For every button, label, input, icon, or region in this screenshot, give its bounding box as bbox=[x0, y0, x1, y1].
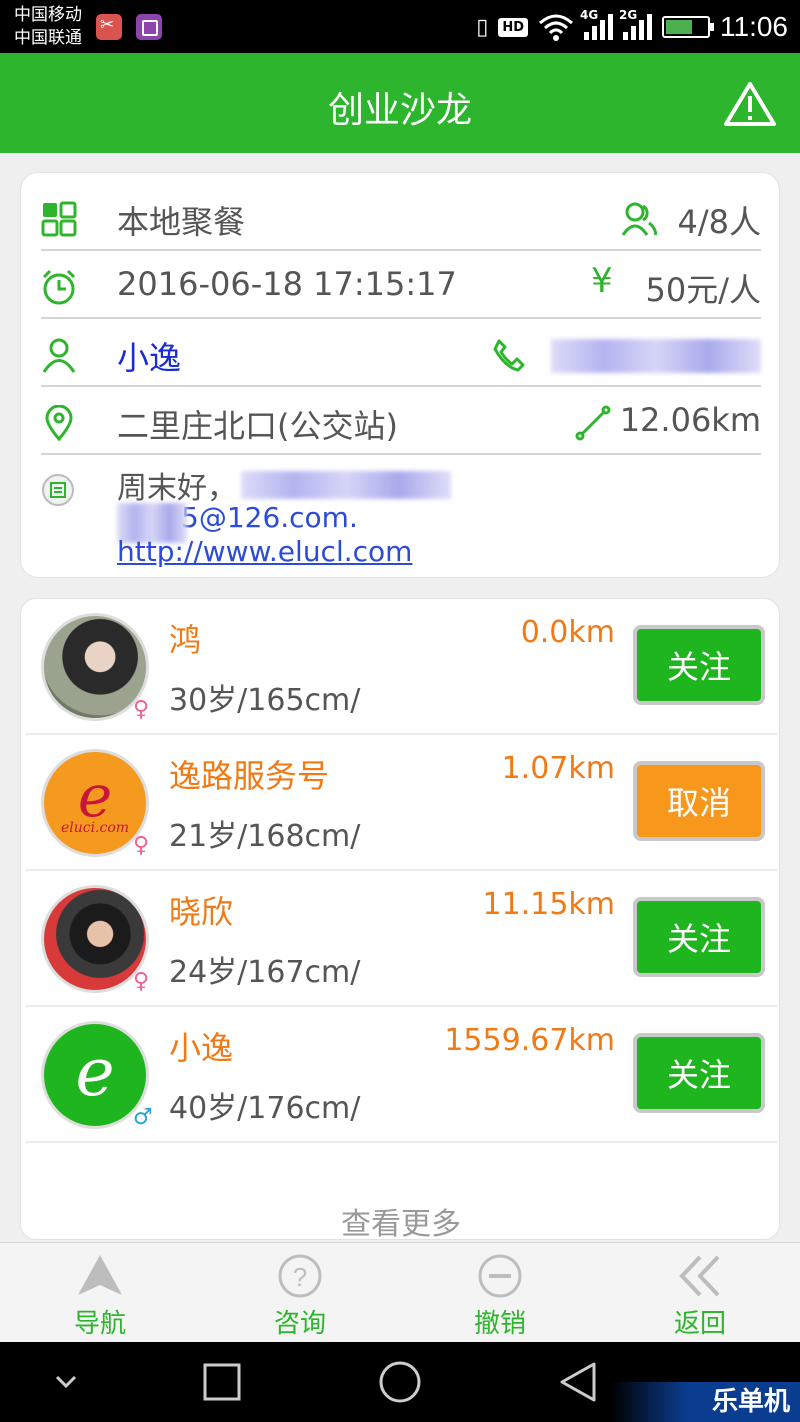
question-icon: ? bbox=[278, 1254, 322, 1298]
category-grid-icon bbox=[41, 201, 77, 237]
title-bar: 创业沙龙 bbox=[0, 53, 800, 153]
vibrate-icon: ▯ bbox=[476, 14, 489, 40]
member-name: 逸路服务号 bbox=[169, 757, 330, 795]
back-icon[interactable] bbox=[558, 1360, 598, 1404]
event-price: 50元/人 bbox=[645, 271, 761, 309]
view-more-link[interactable]: 查看更多 bbox=[21, 1199, 781, 1243]
list-item[interactable]: ♀ 晓欣 11.15km 24岁/167cm/ 关注 bbox=[25, 871, 777, 1007]
nav-item-revoke[interactable]: 撤销 bbox=[400, 1243, 600, 1343]
follow-button[interactable]: 关注 bbox=[633, 897, 765, 977]
phone-number-redacted[interactable] bbox=[551, 339, 761, 373]
member-distance: 11.15km bbox=[482, 887, 615, 922]
signal-2g-icon: 2G bbox=[619, 8, 652, 40]
member-distance: 1.07km bbox=[501, 751, 615, 786]
phone-icon[interactable] bbox=[491, 337, 527, 373]
event-datetime: 2016-06-18 17:15:17 bbox=[117, 265, 457, 303]
location-pin-icon bbox=[45, 405, 73, 441]
nav-label: 返回 bbox=[673, 1309, 726, 1339]
member-info: 24岁/167cm/ bbox=[169, 955, 361, 990]
nav-item-consult[interactable]: ? 咨询 bbox=[200, 1243, 400, 1343]
event-distance: 12.06km bbox=[619, 401, 761, 439]
list-item[interactable]: e eluci.com ♀ 逸路服务号 1.07km 21岁/168cm/ 取消 bbox=[25, 735, 777, 871]
female-icon: ♀ bbox=[133, 969, 150, 994]
event-type: 本地聚餐 bbox=[117, 203, 246, 241]
signal-4g-icon: 4G bbox=[580, 8, 613, 40]
warning-icon[interactable] bbox=[724, 81, 776, 127]
battery-icon bbox=[662, 16, 714, 38]
notification-app-icon bbox=[96, 14, 122, 40]
elucl-logo-icon: e bbox=[75, 1034, 115, 1111]
unfollow-button[interactable]: 取消 bbox=[633, 761, 765, 841]
minus-circle-icon bbox=[478, 1254, 522, 1298]
network-4g-label: 4G bbox=[580, 8, 599, 22]
follow-button[interactable]: 关注 bbox=[633, 625, 765, 705]
female-icon: ♀ bbox=[133, 833, 150, 858]
list-item[interactable]: ♀ 鸿 0.0km 30岁/165cm/ 关注 bbox=[25, 599, 777, 735]
member-info: 30岁/165cm/ bbox=[169, 683, 361, 718]
nav-label: 咨询 bbox=[273, 1309, 326, 1339]
people-icon bbox=[621, 202, 657, 236]
event-info-card: 本地聚餐 4/8人 2016-06-18 17:15:17 ¥ 50元/人 小逸 bbox=[20, 172, 780, 578]
carrier-2: 中国联通 bbox=[14, 28, 82, 48]
note-website-link[interactable]: http://www.elucl.com bbox=[117, 535, 412, 568]
organizer-name[interactable]: 小逸 bbox=[117, 333, 181, 379]
member-info: 21岁/168cm/ bbox=[169, 819, 361, 854]
organizer-row: 小逸 bbox=[41, 319, 761, 387]
network-2g-label: 2G bbox=[619, 8, 638, 22]
note-icon bbox=[42, 474, 74, 506]
carrier-1: 中国移动 bbox=[14, 5, 82, 25]
watermark: 乐单机 bbox=[610, 1382, 800, 1422]
member-info: 40岁/176cm/ bbox=[169, 1091, 361, 1126]
page-title: 创业沙龙 bbox=[327, 90, 472, 131]
person-icon bbox=[42, 338, 76, 373]
route-icon bbox=[575, 405, 611, 441]
male-icon: ♂ bbox=[133, 1105, 153, 1130]
wifi-icon bbox=[539, 14, 573, 41]
nav-item-back[interactable]: 返回 bbox=[600, 1243, 800, 1343]
list-item[interactable]: e ♂ 小逸 1559.67km 40岁/176cm/ 关注 bbox=[25, 1007, 777, 1143]
female-icon: ♀ bbox=[133, 697, 150, 722]
member-name: 鸿 bbox=[169, 621, 202, 659]
location-row: 二里庄北口(公交站) 12.06km bbox=[41, 387, 761, 455]
member-name: 晓欣 bbox=[169, 893, 234, 931]
member-list: ♀ 鸿 0.0km 30岁/165cm/ 关注 e eluci.com ♀ 逸路… bbox=[20, 598, 781, 1243]
avatar-brand-text: eluci.com bbox=[60, 820, 130, 836]
double-chevron-left-icon bbox=[679, 1255, 720, 1297]
event-note: 周末好， 5@126.com. http://www.elucl.com bbox=[41, 463, 761, 573]
event-time-row: 2016-06-18 17:15:17 ¥ 50元/人 bbox=[41, 251, 761, 319]
nav-label: 撤销 bbox=[473, 1309, 526, 1339]
carrier-names: 中国移动 中国联通 bbox=[14, 4, 82, 50]
note-text-redacted bbox=[241, 471, 451, 499]
chevron-down-icon[interactable] bbox=[54, 1374, 78, 1390]
gallery-app-icon bbox=[136, 14, 162, 40]
participant-count: 4/8人 bbox=[677, 203, 761, 241]
member-distance: 0.0km bbox=[520, 615, 615, 650]
hd-badge: HD bbox=[498, 17, 528, 37]
clock: 11:06 bbox=[720, 11, 788, 42]
nav-item-navigation[interactable]: 导航 bbox=[0, 1243, 200, 1343]
recent-apps-icon[interactable] bbox=[202, 1362, 242, 1402]
event-location[interactable]: 二里庄北口(公交站) bbox=[117, 401, 398, 447]
event-type-row: 本地聚餐 4/8人 bbox=[41, 183, 761, 251]
bottom-nav: 导航 ? 咨询 撤销 返回 bbox=[0, 1242, 800, 1342]
alarm-clock-icon bbox=[42, 269, 76, 305]
svg-text:?: ? bbox=[293, 1262, 307, 1292]
home-icon[interactable] bbox=[378, 1360, 422, 1404]
member-name: 小逸 bbox=[169, 1029, 234, 1067]
nav-label: 导航 bbox=[73, 1309, 126, 1339]
member-distance: 1559.67km bbox=[444, 1023, 615, 1058]
status-bar: 中国移动 中国联通 ▯ HD 4G 2G 11:06 bbox=[0, 0, 800, 53]
yuan-icon: ¥ bbox=[591, 261, 613, 301]
follow-button[interactable]: 关注 bbox=[633, 1033, 765, 1113]
navigation-arrow-icon bbox=[78, 1255, 122, 1295]
